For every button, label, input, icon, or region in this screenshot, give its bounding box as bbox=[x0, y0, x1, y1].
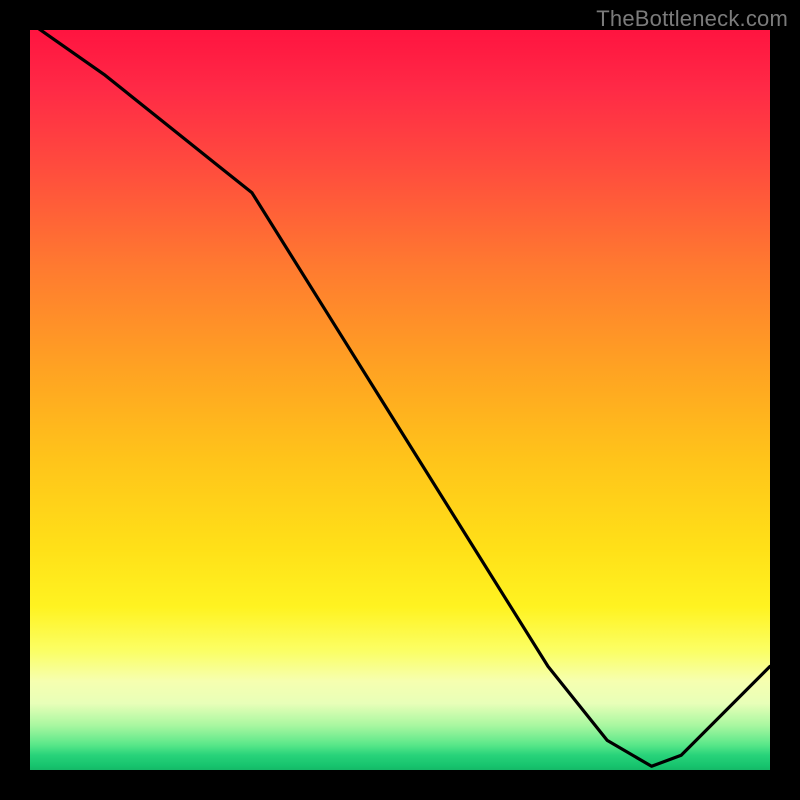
plot-area bbox=[30, 30, 770, 770]
chart-frame: TheBottleneck.com bbox=[0, 0, 800, 800]
watermark-text: TheBottleneck.com bbox=[596, 6, 788, 32]
bottleneck-curve bbox=[30, 30, 770, 770]
